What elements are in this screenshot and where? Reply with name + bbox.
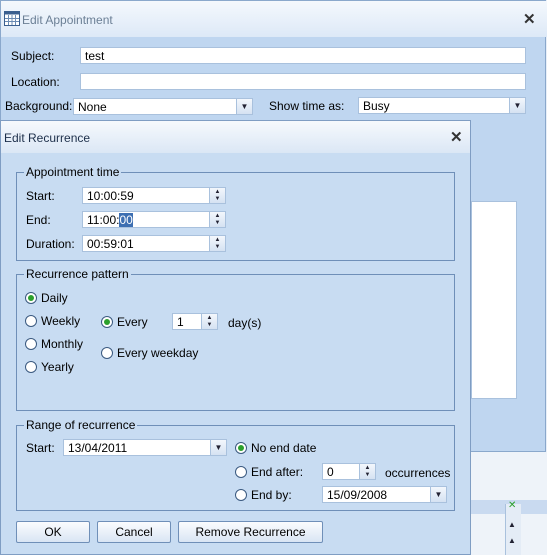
end-time-selected-segment: 00 (119, 213, 133, 227)
radio-unchecked-icon[interactable] (25, 315, 37, 327)
appointment-time-legend: Appointment time (24, 165, 122, 179)
background-value: None (78, 100, 107, 114)
edit-recurrence-dialog: Edit Recurrence ✕ Appointment time Start… (0, 120, 471, 555)
radio-checked-icon[interactable] (235, 442, 247, 454)
scroll-up-icon[interactable]: ▲ (508, 520, 516, 529)
end-after-label: End after: (251, 465, 304, 479)
yearly-radio[interactable]: Yearly (25, 360, 74, 374)
range-of-recurrence-group: Range of recurrence Start: 13/04/2011 ▼ … (16, 418, 455, 511)
cancel-button[interactable]: Cancel (97, 521, 171, 543)
radio-unchecked-icon[interactable] (235, 489, 247, 501)
daily-label: Daily (41, 291, 68, 305)
chevron-down-icon[interactable]: ▼ (236, 99, 252, 114)
range-start-value: 13/04/2011 (68, 441, 128, 455)
every-weekday-label: Every weekday (117, 346, 199, 360)
appointment-time-group: Appointment time Start: 10:00:59 ▲ ▼ End:… (16, 165, 455, 261)
radio-checked-icon[interactable] (101, 316, 113, 328)
weekly-label: Weekly (41, 314, 81, 328)
appointment-close-icon[interactable]: ✕ (523, 10, 536, 28)
no-end-date-label: No end date (251, 441, 317, 455)
end-time-label: End: (26, 213, 51, 227)
location-input[interactable] (80, 73, 526, 90)
every-days-value: 1 (177, 315, 184, 329)
weekly-radio[interactable]: Weekly (25, 314, 80, 328)
end-time-value: 11:00: (87, 213, 120, 227)
every-radio[interactable]: Every (101, 315, 148, 329)
spin-updown-icon[interactable]: ▲ ▼ (209, 212, 225, 227)
radio-unchecked-icon[interactable] (101, 347, 113, 359)
spin-updown-icon[interactable]: ▲ ▼ (201, 314, 217, 329)
every-label: Every (117, 315, 148, 329)
end-by-value: 15/09/2008 (327, 488, 388, 502)
chevron-down-icon[interactable]: ▼ (210, 440, 226, 455)
chevron-down-icon[interactable]: ▼ (430, 487, 446, 502)
subject-label: Subject: (11, 49, 55, 63)
end-after-radio[interactable]: End after: (235, 465, 303, 479)
recurrence-titlebar[interactable]: Edit Recurrence ✕ (1, 121, 470, 153)
recurrence-pattern-group: Recurrence pattern Daily Weekly Monthly … (16, 267, 455, 411)
range-start-label: Start: (26, 441, 55, 455)
scheduler-scrollbar[interactable]: ▲ ▲ (505, 504, 521, 555)
end-after-input[interactable]: 0 ▲ ▼ (322, 463, 376, 480)
background-select[interactable]: None ▼ (73, 98, 253, 115)
chevron-down-icon[interactable]: ▼ (509, 98, 525, 113)
appointment-titlebar[interactable]: Edit Appointment ✕ (1, 1, 547, 37)
duration-input[interactable]: 00:59:01 ▲ ▼ (82, 235, 226, 252)
show-time-label: Show time as: (269, 99, 345, 113)
occurrences-label: occurrences (385, 466, 451, 480)
location-label: Location: (11, 75, 60, 89)
spin-updown-icon[interactable]: ▲ ▼ (209, 236, 225, 251)
duration-label: Duration: (26, 237, 75, 251)
ok-button[interactable]: OK (16, 521, 90, 543)
day-unit-label: day(s) (228, 316, 262, 330)
recurrence-pattern-legend: Recurrence pattern (24, 267, 131, 281)
spin-updown-icon[interactable]: ▲ ▼ (209, 188, 225, 203)
range-start-select[interactable]: 13/04/2011 ▼ (63, 439, 227, 456)
every-days-input[interactable]: 1 ▲ ▼ (172, 313, 218, 330)
pin-icon[interactable]: ✕ (508, 500, 516, 511)
radio-unchecked-icon[interactable] (25, 361, 37, 373)
scroll-up-icon[interactable]: ▲ (508, 536, 516, 545)
description-area[interactable] (471, 201, 517, 399)
every-weekday-radio[interactable]: Every weekday (101, 346, 198, 360)
duration-value: 00:59:01 (87, 237, 134, 251)
radio-checked-icon[interactable] (25, 292, 37, 304)
monthly-label: Monthly (41, 337, 84, 351)
calendar-icon (4, 11, 20, 26)
show-time-select[interactable]: Busy ▼ (358, 97, 526, 114)
end-by-select[interactable]: 15/09/2008 ▼ (322, 486, 447, 503)
yearly-label: Yearly (41, 360, 74, 374)
recurrence-dialog-title: Edit Recurrence (4, 131, 91, 145)
end-by-label: End by: (251, 488, 292, 502)
subject-input[interactable]: test (80, 47, 526, 64)
spin-updown-icon[interactable]: ▲ ▼ (359, 464, 375, 479)
background-label: Background: (5, 99, 73, 113)
radio-unchecked-icon[interactable] (235, 466, 247, 478)
start-time-label: Start: (26, 189, 55, 203)
show-time-value: Busy (363, 99, 390, 113)
start-time-value: 10:00:59 (87, 189, 134, 203)
monthly-radio[interactable]: Monthly (25, 337, 83, 351)
daily-radio[interactable]: Daily (25, 291, 68, 305)
end-time-input[interactable]: 11:00:00 ▲ ▼ (82, 211, 226, 228)
no-end-date-radio[interactable]: No end date (235, 441, 316, 455)
end-by-radio[interactable]: End by: (235, 488, 292, 502)
start-time-input[interactable]: 10:00:59 ▲ ▼ (82, 187, 226, 204)
appointment-window-title: Edit Appointment (22, 13, 113, 27)
end-after-value: 0 (327, 465, 334, 479)
recurrence-close-icon[interactable]: ✕ (450, 128, 463, 146)
remove-recurrence-button[interactable]: Remove Recurrence (178, 521, 323, 543)
radio-unchecked-icon[interactable] (25, 338, 37, 350)
range-legend: Range of recurrence (24, 418, 138, 432)
scheduler-background: ▲ ▲ ✕ (470, 452, 547, 555)
